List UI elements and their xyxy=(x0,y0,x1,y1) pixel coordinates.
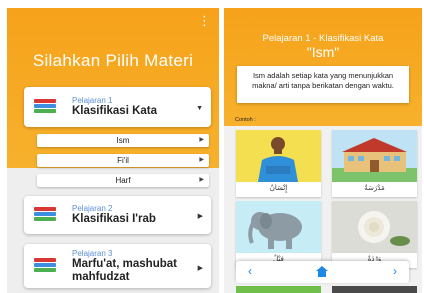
lesson-card-1[interactable]: Pelajaran 1 Klasifikasi Kata ▼ xyxy=(24,87,211,127)
lesson-detail-screen: Pelajaran 1 - Klasifikasi Kata "Ism" Ism… xyxy=(224,8,422,293)
page-title: Silahkan Pilih Materi xyxy=(32,51,194,70)
next-button[interactable]: › xyxy=(393,264,397,278)
example-card-rose[interactable]: وَرْدَةٌ xyxy=(332,201,417,268)
lesson-nav-bar: ‹ › xyxy=(236,261,409,283)
lesson-number: Pelajaran 1 xyxy=(72,96,113,105)
example-caption: إِنْسَانٌ xyxy=(269,185,288,192)
books-icon xyxy=(34,99,56,115)
books-icon xyxy=(34,207,56,223)
lesson-heading: Pelajaran 1 - Klasifikasi Kata xyxy=(262,33,384,44)
example-card-school[interactable]: مَدْرَسَةٌ xyxy=(332,130,417,197)
lesson-list-screen: ⋮ Silahkan Pilih Materi Pelajaran 1 Klas… xyxy=(7,8,219,293)
submenu-item-harf[interactable]: Harf ▶ xyxy=(37,174,209,187)
man-image xyxy=(236,130,321,182)
caret-right-icon: ▶ xyxy=(197,213,203,220)
example-card-elephant[interactable]: فِيْلٌ xyxy=(236,201,321,268)
submenu-label: Harf xyxy=(115,176,131,185)
lesson-title: Klasifikasi I'rab xyxy=(72,213,156,225)
lesson-title-line1: Marfu'at, mashubat xyxy=(72,258,177,270)
books-icon xyxy=(34,258,56,274)
lesson-title-line2: mahfudzat xyxy=(72,271,130,283)
example-caption: مَدْرَسَةٌ xyxy=(364,185,385,192)
lesson-card-2[interactable]: Pelajaran 2 Klasifikasi I'rab ▶ xyxy=(24,196,211,234)
school-image xyxy=(332,130,417,182)
definition-box: Ism adalah setiap kata yang menunjukkan … xyxy=(237,66,409,103)
caret-right-icon: ▶ xyxy=(197,265,203,272)
submenu-item-ism[interactable]: Ism ▶ xyxy=(37,134,209,147)
lesson-card-3[interactable]: Pelajaran 3 Marfu'at, mashubat mahfudzat… xyxy=(24,244,211,288)
example-card-partial xyxy=(332,286,417,293)
more-vert-icon[interactable]: ⋮ xyxy=(198,14,211,27)
prev-button[interactable]: ‹ xyxy=(248,264,252,278)
lesson-number: Pelajaran 3 xyxy=(72,249,113,258)
example-card-man[interactable]: إِنْسَانٌ xyxy=(236,130,321,197)
caret-right-icon: ▶ xyxy=(199,137,204,143)
rose-image xyxy=(332,201,417,253)
example-card-partial xyxy=(236,286,321,293)
home-icon[interactable] xyxy=(316,266,328,280)
lesson-title: Klasifikasi Kata xyxy=(72,105,158,117)
lesson-number: Pelajaran 2 xyxy=(72,204,113,213)
examples-label: Contoh : xyxy=(235,117,256,123)
submenu-label: Ism xyxy=(116,136,130,145)
caret-right-icon: ▶ xyxy=(199,157,204,163)
elephant-image xyxy=(236,201,321,253)
topic-word: "Ism" xyxy=(306,44,340,60)
submenu-label: Fi'il xyxy=(117,156,129,165)
caret-right-icon: ▶ xyxy=(199,177,204,183)
submenu-item-fiil[interactable]: Fi'il ▶ xyxy=(37,154,209,167)
caret-down-icon: ▼ xyxy=(196,105,203,112)
